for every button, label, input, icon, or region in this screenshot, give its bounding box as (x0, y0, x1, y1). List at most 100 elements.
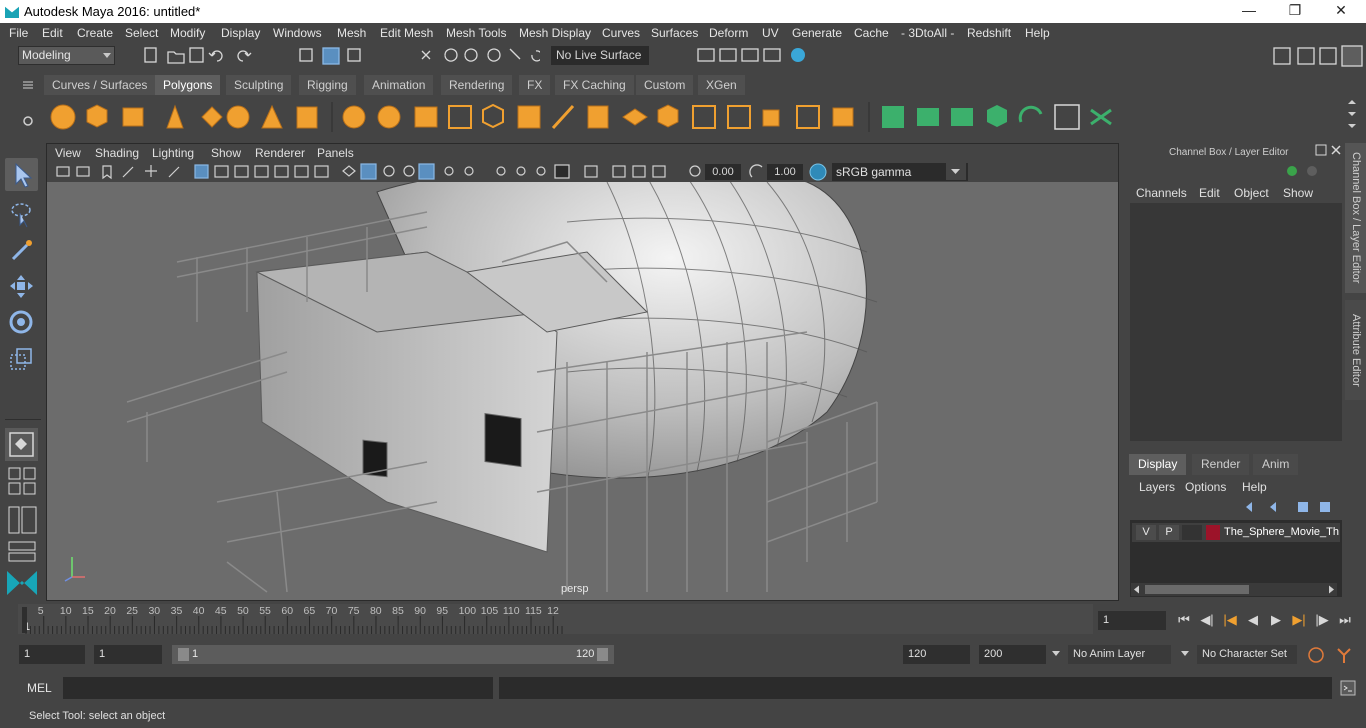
menu-cache[interactable]: Cache (854, 26, 889, 40)
maya-home-button[interactable] (5, 567, 39, 597)
layer-list-hscrollbar[interactable] (1131, 583, 1337, 596)
anim-layer-dropdown[interactable]: No Anim Layer (1068, 645, 1171, 664)
playback-start-field[interactable]: 1 (94, 645, 162, 664)
select-tool-button[interactable] (5, 158, 38, 191)
step-forward-frame-button[interactable]: |▶ (1313, 612, 1331, 628)
animation-end-field[interactable]: 200 (979, 645, 1046, 664)
shelf-tab-curves-surfaces[interactable]: Curves / Surfaces (44, 75, 156, 95)
go-to-end-button[interactable]: ⏭ (1336, 612, 1354, 628)
go-to-start-button[interactable]: ⏮ (1175, 612, 1193, 628)
menu-uv[interactable]: UV (762, 26, 779, 40)
shelf-settings-gear-icon[interactable] (22, 115, 34, 127)
show-menu[interactable]: Show (1283, 186, 1313, 200)
script-editor-icon[interactable] (1339, 679, 1357, 697)
gamma-field[interactable]: 1.00 (767, 164, 803, 180)
3d-scene-view[interactable] (47, 182, 1118, 600)
layer-tab-anim[interactable]: Anim (1253, 454, 1299, 475)
live-surface-field[interactable]: No Live Surface (551, 46, 649, 65)
menu-file[interactable]: File (9, 26, 28, 40)
viewport-menu-panels[interactable]: Panels (317, 146, 354, 160)
range-slider[interactable] (172, 645, 614, 664)
play-forwards-button[interactable]: ▶ (1267, 612, 1285, 628)
playback-end-field[interactable]: 120 (903, 645, 970, 664)
current-frame-field[interactable]: 1 (1098, 611, 1166, 630)
step-back-key-button[interactable]: |◀ (1221, 612, 1239, 628)
shelf-tab-rendering[interactable]: Rendering (441, 75, 513, 95)
menu-curves[interactable]: Curves (602, 26, 640, 40)
side-tab-channel-box[interactable]: Channel Box / Layer Editor (1345, 143, 1366, 293)
edit-menu[interactable]: Edit (1199, 186, 1220, 200)
viewport-menu-renderer[interactable]: Renderer (255, 146, 305, 160)
menu-3dtoall[interactable]: - 3DtoAll - (901, 26, 954, 40)
character-set-dropdown[interactable]: No Character Set (1197, 645, 1297, 664)
menu-display[interactable]: Display (221, 26, 260, 40)
exposure-field[interactable]: 0.00 (705, 164, 741, 180)
shelf-tab-rigging[interactable]: Rigging (299, 75, 356, 95)
channels-menu[interactable]: Channels (1136, 186, 1187, 200)
layer-visibility-toggle[interactable]: V (1136, 525, 1156, 540)
shelf-tab-custom[interactable]: Custom (636, 75, 694, 95)
outliner-layout-button[interactable] (8, 506, 38, 534)
view-transform-dropdown[interactable]: sRGB gamma (832, 162, 968, 181)
options-menu[interactable]: Options (1185, 480, 1226, 494)
shelf-scroll-arrows[interactable] (1345, 98, 1359, 134)
menu-create[interactable]: Create (77, 26, 113, 40)
viewport-menu-lighting[interactable]: Lighting (152, 146, 194, 160)
shelf-tab-animation[interactable]: Animation (364, 75, 434, 95)
layer-tab-display[interactable]: Display (1129, 454, 1187, 475)
help-menu[interactable]: Help (1242, 480, 1267, 494)
menu-edit[interactable]: Edit (42, 26, 63, 40)
menu-mesh-display[interactable]: Mesh Display (519, 26, 591, 40)
scale-tool-button[interactable] (5, 343, 38, 376)
menu-edit-mesh[interactable]: Edit Mesh (380, 26, 433, 40)
step-forward-key-button[interactable]: ▶| (1290, 612, 1308, 628)
shelf-tab-xgen[interactable]: XGen (698, 75, 745, 95)
four-view-layout-button[interactable] (8, 467, 38, 497)
viewport-menu-view[interactable]: View (55, 146, 81, 160)
shelf-menu-icon[interactable] (22, 79, 34, 91)
layer-playback-toggle[interactable]: P (1159, 525, 1179, 540)
menu-mesh-tools[interactable]: Mesh Tools (446, 26, 506, 40)
play-backwards-button[interactable]: ◀ (1244, 612, 1262, 628)
move-tool-button[interactable] (5, 270, 38, 303)
menu-modify[interactable]: Modify (170, 26, 205, 40)
animation-start-field[interactable]: 1 (19, 645, 85, 664)
close-button[interactable]: ✕ (1318, 0, 1364, 23)
layer-color-swatch[interactable] (1206, 525, 1220, 540)
menu-redshift[interactable]: Redshift (967, 26, 1011, 40)
layers-menu[interactable]: Layers (1139, 480, 1175, 494)
lasso-tool-button[interactable] (5, 197, 38, 230)
menu-help[interactable]: Help (1025, 26, 1050, 40)
menu-surfaces[interactable]: Surfaces (651, 26, 698, 40)
minimize-button[interactable]: — (1226, 0, 1272, 23)
rotate-tool-button[interactable] (5, 306, 38, 339)
color-management-icon[interactable] (809, 163, 827, 181)
menu-mesh[interactable]: Mesh (337, 26, 366, 40)
layer-tab-render[interactable]: Render (1192, 454, 1250, 475)
paint-select-tool-button[interactable] (5, 233, 38, 266)
menu-deform[interactable]: Deform (709, 26, 748, 40)
menu-windows[interactable]: Windows (273, 26, 322, 40)
side-tab-attribute-editor[interactable]: Attribute Editor (1345, 300, 1366, 400)
command-input[interactable] (63, 677, 493, 699)
range-start-handle[interactable] (178, 648, 189, 661)
range-end-handle[interactable] (597, 648, 608, 661)
viewport-menu-show[interactable]: Show (211, 146, 241, 160)
shelf-tab-fx-caching[interactable]: FX Caching (555, 75, 634, 95)
shelf-tab-fx[interactable]: FX (519, 75, 551, 95)
current-time-marker[interactable] (22, 607, 27, 633)
graph-layout-button[interactable] (8, 541, 38, 563)
command-language-label[interactable]: MEL (27, 681, 52, 695)
channel-box-attributes-area[interactable] (1130, 203, 1342, 441)
menu-generate[interactable]: Generate (792, 26, 842, 40)
layer-name[interactable]: The_Sphere_Movie_Th (1224, 526, 1340, 538)
maximize-button[interactable]: ❐ (1272, 0, 1318, 23)
shelf-tab-polygons[interactable]: Polygons (155, 75, 221, 95)
viewport-menu-shading[interactable]: Shading (95, 146, 139, 160)
menu-select[interactable]: Select (125, 26, 158, 40)
chevron-down-icon[interactable] (1051, 650, 1061, 658)
object-menu[interactable]: Object (1234, 186, 1269, 200)
single-perspective-layout-button[interactable] (5, 428, 38, 461)
shelf-tab-sculpting[interactable]: Sculpting (226, 75, 292, 95)
layer-type-toggle[interactable] (1182, 525, 1202, 540)
